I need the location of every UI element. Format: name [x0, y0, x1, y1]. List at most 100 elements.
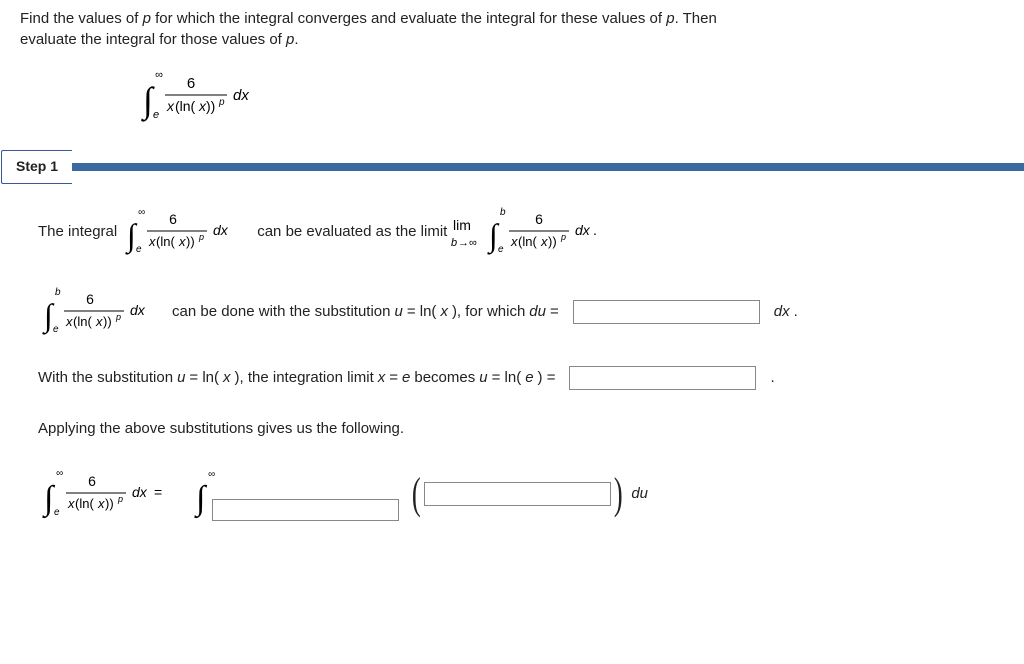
step-label: Step 1: [1, 150, 72, 184]
problem-text-1c: . Then: [675, 10, 717, 27]
svg-text:)): )): [206, 98, 215, 114]
r3-x2: x: [378, 367, 386, 388]
r3-i: becomes: [414, 367, 475, 388]
close-paren-icon: ): [614, 476, 623, 511]
svg-text:x: x: [148, 234, 156, 249]
svg-text:x: x: [95, 314, 103, 329]
step-line: [72, 163, 1024, 171]
row-1: The integral ∫ ∞ e 6 x (ln( x )) p dx ca…: [38, 206, 996, 258]
svg-text:x: x: [510, 234, 518, 249]
r3-c: = ln(: [189, 367, 219, 388]
r3-e2: e: [402, 367, 410, 388]
svg-text:b: b: [451, 237, 457, 249]
problem-text-1: Find the values of: [20, 10, 143, 27]
svg-text:(ln(: (ln(: [156, 234, 175, 249]
main-integral: ∫ ∞ e 6 x (ln( x )) p dx: [135, 68, 1004, 124]
r4-text: Applying the above substitutions gives u…: [38, 418, 404, 439]
svg-text:p: p: [117, 494, 123, 504]
r2-u: u: [394, 301, 402, 322]
lhs-integral-svg: ∫ ∞ e 6 x (ln( x )) p dx =: [38, 467, 188, 521]
svg-text:x: x: [166, 98, 175, 114]
rhs-integral-sign-svg: ∫ ∞: [192, 467, 222, 521]
r2-dx: dx: [774, 301, 790, 322]
r2-text-a: can be done with the substitution: [172, 301, 390, 322]
svg-text:(ln(: (ln(: [518, 234, 537, 249]
svg-text:dx: dx: [132, 484, 148, 500]
svg-text:dx: dx: [575, 222, 591, 238]
svg-text:→∞: →∞: [458, 237, 477, 249]
svg-text:)): )): [548, 234, 557, 249]
svg-text:lim: lim: [453, 217, 471, 233]
integral-b-svg: ∫ b e 6 x (ln( x )) p dx: [38, 286, 168, 338]
rhs-integral-wrap: ∫ ∞ ( ) du: [192, 467, 648, 521]
row-5: ∫ ∞ e 6 x (ln( x )) p dx = ∫ ∞ (: [38, 467, 996, 521]
step-content: The integral ∫ ∞ e 6 x (ln( x )) p dx ca…: [20, 206, 1004, 521]
integrand-input[interactable]: [424, 482, 611, 506]
r3-e: ), the integration limit: [235, 367, 374, 388]
problem-text-2b: .: [294, 31, 298, 48]
svg-text:e: e: [53, 324, 59, 335]
r2-x: x: [440, 301, 448, 322]
svg-text:x: x: [540, 234, 548, 249]
var-p: p: [143, 10, 151, 27]
svg-text:dx: dx: [213, 222, 229, 238]
svg-text:)): )): [105, 496, 114, 511]
svg-text:e: e: [136, 244, 142, 255]
r3-m: ) =: [538, 367, 556, 388]
r1-text-a: The integral: [38, 221, 117, 242]
svg-text:6: 6: [88, 473, 96, 489]
svg-text:b: b: [500, 207, 506, 218]
step-bar: Step 1: [0, 150, 1024, 184]
svg-text:p: p: [218, 97, 225, 108]
svg-text:.: .: [593, 222, 597, 238]
r2-du: du: [529, 301, 546, 322]
svg-text:6: 6: [187, 75, 195, 92]
r3-e3: e: [525, 367, 533, 388]
svg-text:)): )): [103, 314, 112, 329]
svg-text:∞: ∞: [155, 69, 163, 81]
du-input[interactable]: [573, 300, 760, 324]
r3-k: = ln(: [492, 367, 522, 388]
lne-input[interactable]: [569, 366, 756, 390]
svg-text:6: 6: [169, 211, 177, 227]
rhs-integral-sign: ∫ ∞: [192, 467, 222, 521]
svg-text:6: 6: [86, 291, 94, 307]
svg-text:x: x: [67, 496, 75, 511]
svg-text:(ln(: (ln(: [75, 496, 94, 511]
integral-inf-svg: ∫ ∞ e 6 x (ln( x )) p dx: [121, 206, 253, 258]
svg-text:dx: dx: [130, 302, 146, 318]
problem-text-2: evaluate the integral for those values o…: [20, 31, 286, 48]
svg-text:e: e: [153, 109, 159, 121]
svg-text:6: 6: [535, 211, 543, 227]
open-paren-icon: (: [412, 476, 421, 511]
svg-text:(ln(: (ln(: [175, 98, 196, 114]
row-3: With the substitution u = ln(x), the int…: [38, 366, 996, 390]
svg-text:p: p: [115, 312, 121, 322]
r3-g: =: [389, 367, 398, 388]
r2-g: =: [550, 301, 559, 322]
svg-text:x: x: [65, 314, 73, 329]
svg-text:e: e: [498, 244, 504, 255]
problem-text-1b: for which the integral converges and eva…: [151, 10, 666, 27]
svg-text:)): )): [186, 234, 195, 249]
svg-text:e: e: [54, 507, 60, 518]
var-p2: p: [666, 10, 674, 27]
lower-limit-box-wrap: [212, 499, 399, 521]
r2-period: .: [794, 301, 798, 322]
svg-text:p: p: [560, 232, 566, 242]
svg-text:∞: ∞: [208, 469, 215, 480]
integral-main-svg: ∫ ∞ e 6 x (ln( x )) p dx: [135, 68, 265, 124]
svg-text:∞: ∞: [56, 468, 63, 479]
r3-period: .: [770, 367, 774, 388]
row-4: Applying the above substitutions gives u…: [38, 418, 996, 439]
limit-integral-svg: lim b →∞ ∫ b e 6 x (ln( x )) p dx .: [451, 206, 641, 258]
svg-text:b: b: [55, 287, 61, 298]
r3-u2: u: [479, 367, 487, 388]
svg-text:∫: ∫: [194, 480, 208, 519]
r3-u: u: [177, 367, 185, 388]
row-2: ∫ b e 6 x (ln( x )) p dx can be done wit…: [38, 286, 996, 338]
svg-text:∞: ∞: [138, 207, 145, 218]
svg-text:x: x: [178, 234, 186, 249]
du-text: du: [631, 483, 648, 504]
lower-limit-input[interactable]: [212, 499, 399, 521]
